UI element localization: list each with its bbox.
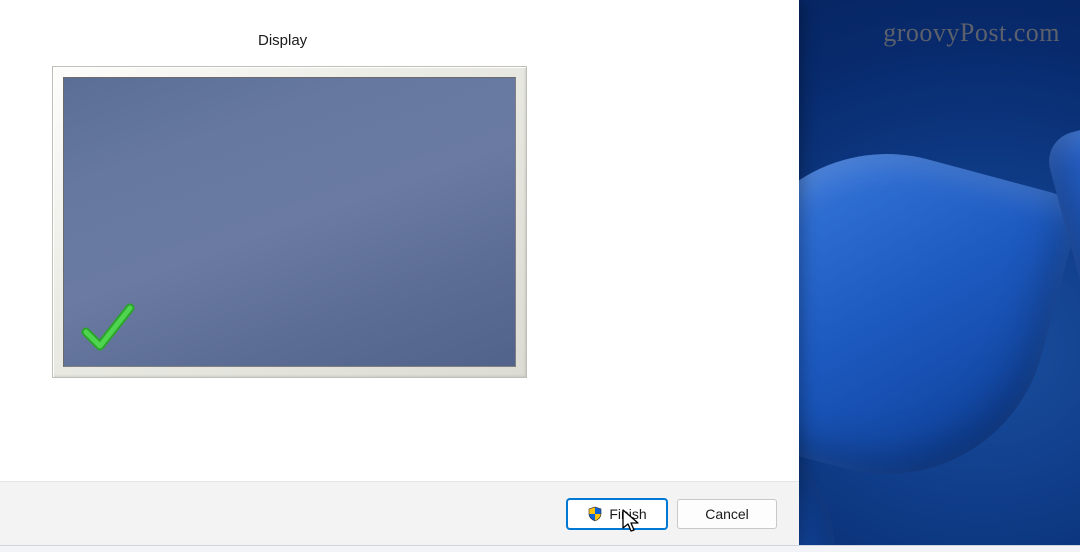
dialog-footer: Finish Cancel [0,481,799,545]
cancel-button[interactable]: Cancel [677,499,777,529]
display-section-label: Display [258,32,307,49]
cancel-button-label: Cancel [705,506,749,522]
monitor-bezel [52,66,527,378]
display-preview [52,66,527,378]
checkmark-icon [78,298,138,358]
uac-shield-icon [587,506,603,522]
watermark-text: groovyPost.com [883,18,1060,48]
monitor-screen [63,77,516,367]
finish-button-label: Finish [609,506,646,522]
taskbar-edge [0,545,1080,552]
calibration-dialog: Display [0,0,799,545]
dialog-body: Display [0,0,799,481]
finish-button[interactable]: Finish [567,499,667,529]
